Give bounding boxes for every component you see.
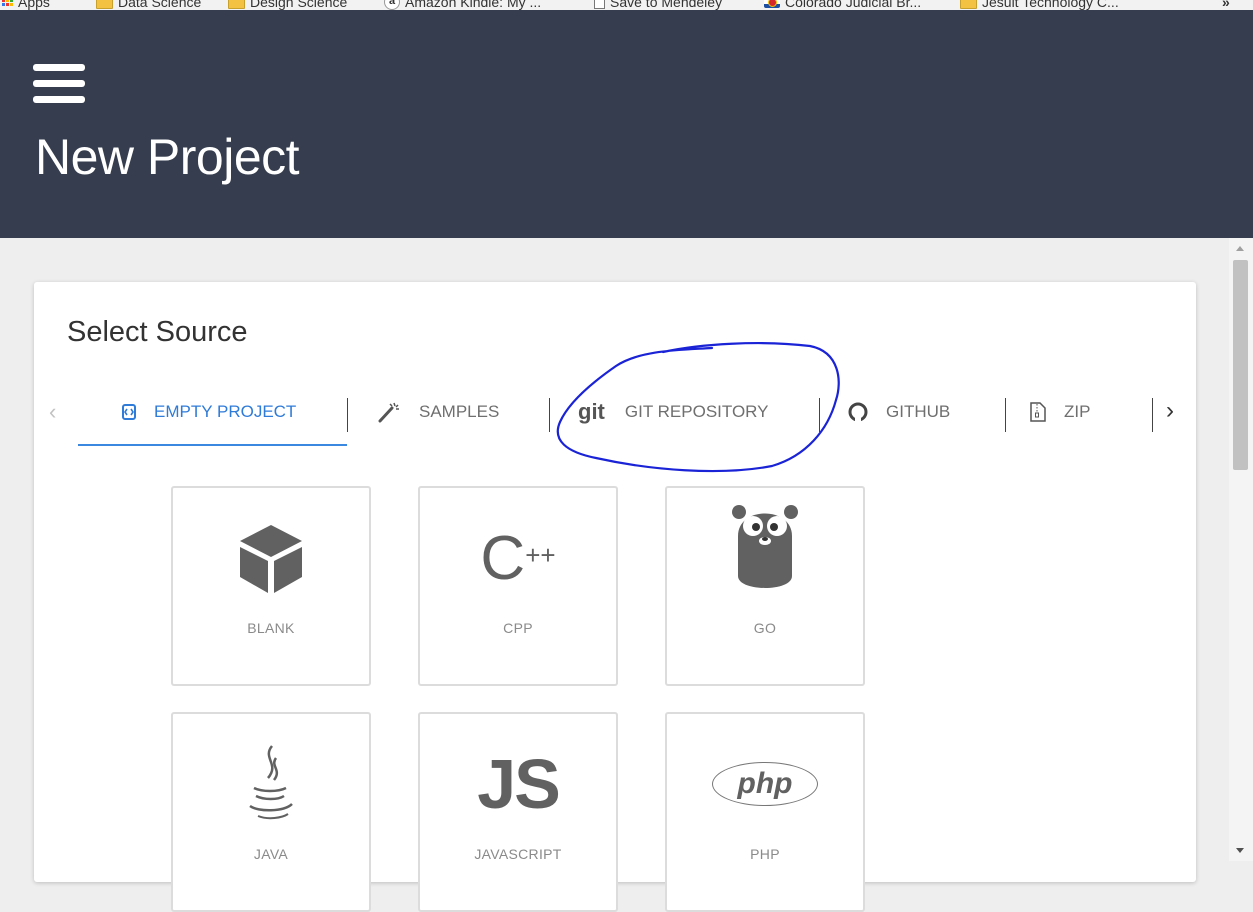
tab-git-repository[interactable]: git GIT REPOSITORY [578,392,769,432]
page-icon [594,0,605,9]
github-icon [848,402,868,422]
bookmark-label: Jesuit Technology C... [982,0,1119,10]
bookmark-label: Amazon Kindle: My ... [405,0,542,10]
php-icon: php [667,734,863,834]
bookmark-label: Colorado Judicial Br... [785,0,922,10]
template-label: PHP [750,846,780,862]
tab-label: GIT REPOSITORY [624,402,769,421]
template-label: GO [753,620,777,636]
template-tile-php[interactable]: php PHP [665,712,865,912]
scrollbar-thumb[interactable] [1233,260,1248,470]
tab-divider [819,398,820,432]
tab-divider [1152,398,1153,432]
tab-label: ZIP [1064,402,1091,421]
template-tile-go[interactable]: GO [665,486,865,686]
page-title: New Project [35,129,300,185]
hamburger-menu-icon[interactable] [33,64,85,108]
php-logo-text: php [737,767,793,800]
cpp-letter: C [480,523,526,593]
bookmark-label: Apps [18,0,50,10]
bookmark-mendeley[interactable]: Save to Mendeley [594,0,722,10]
folder-icon [96,0,113,9]
scroll-up-arrow-icon[interactable] [1236,246,1244,251]
zip-file-icon [1030,402,1046,422]
bookmark-apps[interactable]: Apps [2,0,50,10]
template-label: BLANK [247,620,295,636]
folder-icon [228,0,245,9]
magic-wand-icon [377,401,401,423]
colorado-icon [764,0,780,8]
java-icon [173,734,369,834]
tab-label: EMPTY PROJECT [154,402,297,421]
tab-github[interactable]: GITHUB [848,392,950,432]
bookmark-jesuit-technology[interactable]: Jesuit Technology C... [960,0,1119,10]
apps-grid-icon [2,0,13,6]
tab-label: SAMPLES [419,402,500,421]
app-header: New Project [0,10,1253,238]
template-label: JAVA [253,846,289,862]
gopher-icon [667,494,863,594]
git-icon: git [578,399,605,424]
tab-scroll-left-button[interactable]: ‹ [49,399,56,425]
page-scrollbar[interactable] [1229,238,1253,861]
bookmarks-overflow-button[interactable]: » [1222,0,1230,10]
codenvy-icon [122,404,136,420]
active-tab-indicator [78,444,347,446]
select-source-card: Select Source ‹ EMPTY PROJECT SAMPLES gi… [34,282,1196,912]
template-label: CPP [503,620,533,636]
template-label: JAVASCRIPT [474,846,562,862]
tab-label: GITHUB [886,402,951,421]
bookmark-colorado-judicial[interactable]: Colorado Judicial Br... [764,0,921,10]
tab-divider [1005,398,1006,432]
cpp-icon: C ++ [420,508,616,608]
tab-samples[interactable]: SAMPLES [377,392,499,432]
template-tile-blank[interactable]: BLANK [171,486,371,686]
template-tile-cpp[interactable]: C ++ CPP [418,486,618,686]
cube-icon [173,508,369,608]
bookmark-data-science[interactable]: Data Science [96,0,201,10]
card-title: Select Source [67,316,248,348]
scroll-down-arrow-icon[interactable] [1236,848,1244,853]
bookmark-design-science[interactable]: Design Science [228,0,347,10]
bookmark-label: Design Science [250,0,348,10]
tab-scroll-right-button[interactable]: › [1166,397,1174,425]
template-tile-java[interactable]: JAVA [171,712,371,912]
tab-empty-project[interactable]: EMPTY PROJECT [122,392,296,432]
js-icon: JS [477,745,561,823]
bookmarks-bar: Apps Data Science Design Science a Amazo… [0,0,1253,10]
tab-divider [347,398,348,432]
tab-divider [549,398,550,432]
bookmark-label: Data Science [118,0,202,10]
bookmark-label: Save to Mendeley [610,0,723,10]
folder-icon [960,0,977,9]
tab-zip[interactable]: ZIP [1030,392,1090,432]
amazon-icon: a [384,0,400,10]
cpp-plus: ++ [525,539,556,570]
template-tile-javascript[interactable]: JS JAVASCRIPT [418,712,618,912]
bookmark-amazon-kindle[interactable]: a Amazon Kindle: My ... [384,0,541,10]
